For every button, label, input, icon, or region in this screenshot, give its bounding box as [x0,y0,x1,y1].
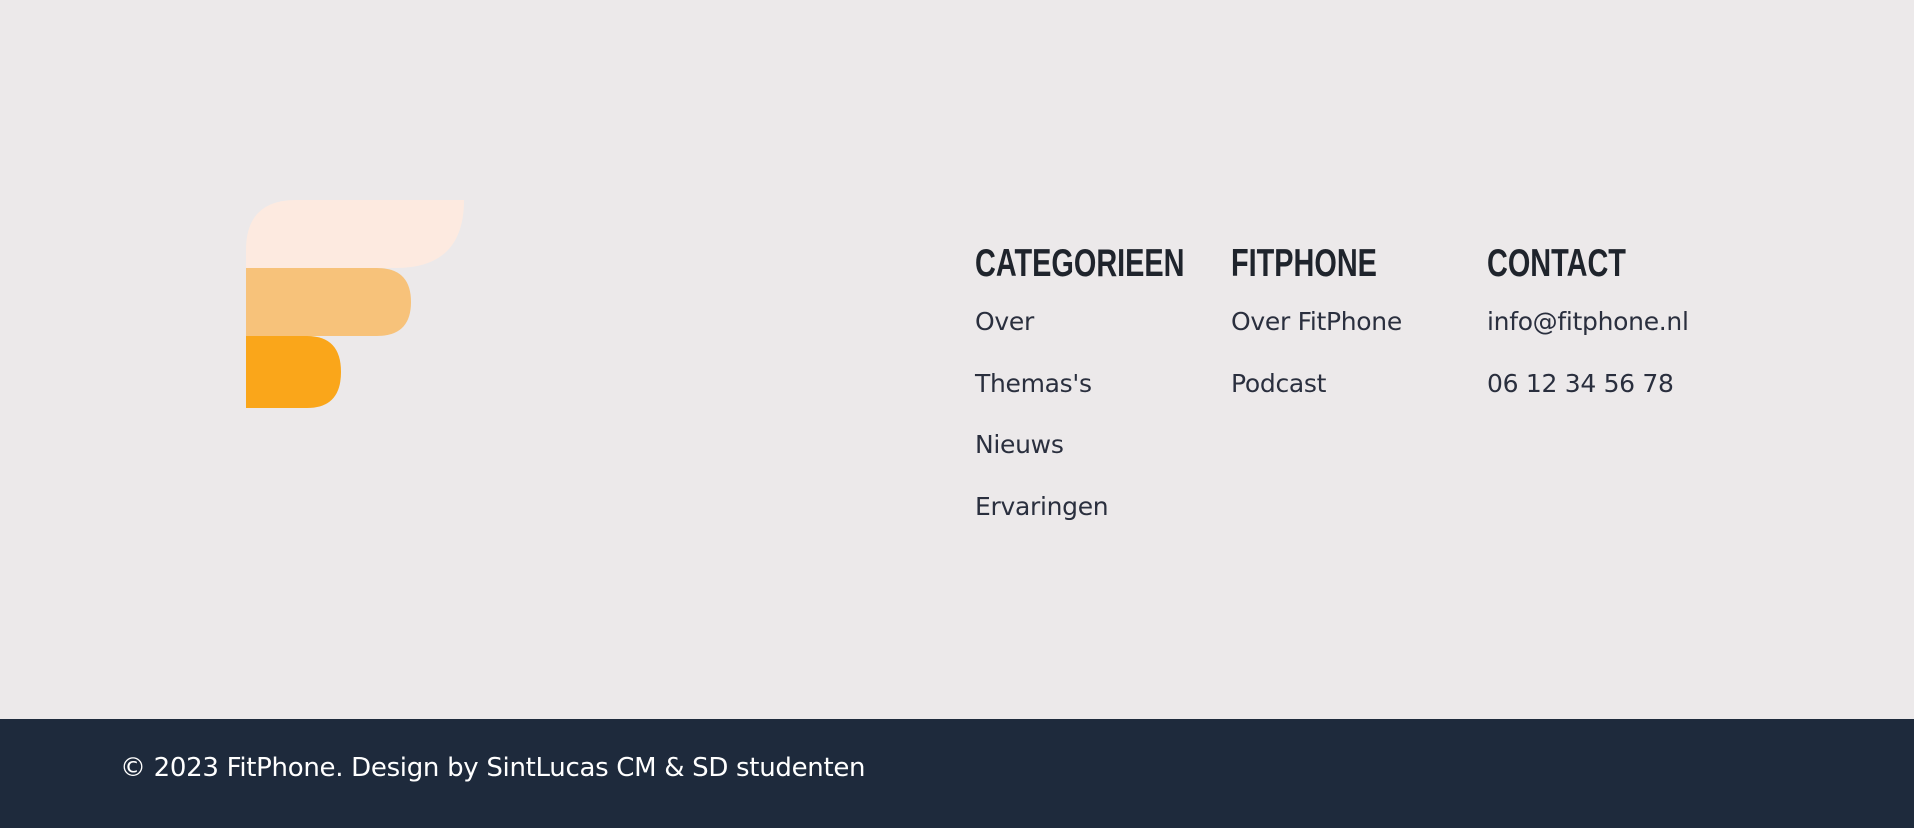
footer-column-fitphone: FITPHONE Over FitPhone Podcast [1231,238,1487,546]
list-item: Nieuws [975,423,1231,485]
logo-middle-shape [246,268,411,336]
list-item: Over [975,300,1231,362]
page: CATEGORIEEN Over Themas's Nieuws Ervarin… [0,0,1914,828]
site-footer: CATEGORIEEN Over Themas's Nieuws Ervarin… [0,0,1914,719]
column-title-categorieen: CATEGORIEEN [975,242,1185,285]
copyright-text: © 2023 FitPhone. Design by SintLucas CM … [120,753,866,783]
list-item: Over FitPhone [1231,300,1487,362]
list-item: Podcast [1231,362,1487,424]
list-item: 06 12 34 56 78 [1487,362,1743,424]
column-title-contact: CONTACT [1487,242,1626,285]
fitphone-f-logo-icon [246,200,464,408]
link-ervaringen[interactable]: Ervaringen [975,492,1109,521]
list-item: info@fitphone.nl [1487,300,1743,362]
link-podcast[interactable]: Podcast [1231,369,1326,398]
categorieen-links: Over Themas's Nieuws Ervaringen [975,300,1231,546]
link-themas[interactable]: Themas's [975,369,1092,398]
link-phone[interactable]: 06 12 34 56 78 [1487,369,1674,398]
logo-bottom-shape [246,336,341,408]
link-nieuws[interactable]: Nieuws [975,430,1064,459]
copyright-bar: © 2023 FitPhone. Design by SintLucas CM … [0,719,1914,828]
fitphone-logo[interactable] [246,200,464,408]
list-item: Ervaringen [975,485,1231,547]
contact-links: info@fitphone.nl 06 12 34 56 78 [1487,300,1743,423]
list-item: Themas's [975,362,1231,424]
footer-column-contact: CONTACT info@fitphone.nl 06 12 34 56 78 [1487,238,1743,546]
link-email[interactable]: info@fitphone.nl [1487,307,1689,336]
link-over-fitphone[interactable]: Over FitPhone [1231,307,1402,336]
logo-top-shape [246,200,464,268]
footer-columns: CATEGORIEEN Over Themas's Nieuws Ervarin… [975,238,1743,546]
column-title-fitphone: FITPHONE [1231,242,1377,285]
link-over[interactable]: Over [975,307,1034,336]
fitphone-links: Over FitPhone Podcast [1231,300,1487,423]
footer-column-categorieen: CATEGORIEEN Over Themas's Nieuws Ervarin… [975,238,1231,546]
